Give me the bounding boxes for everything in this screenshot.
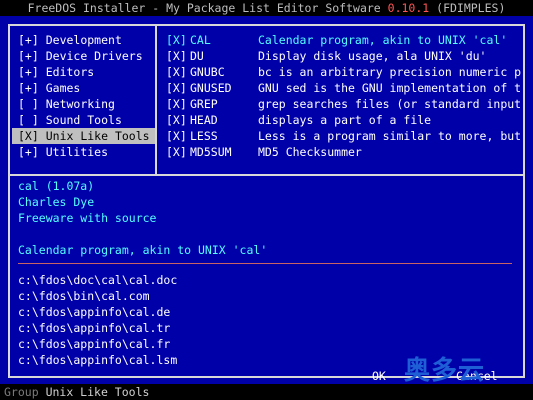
package-name-version: cal (1.07a) — [18, 179, 95, 193]
package-license: Freeware with source — [18, 211, 157, 225]
package-info: cal (1.07a) Charles Dye Freeware with so… — [18, 178, 518, 226]
group-label: Networking — [45, 97, 115, 111]
package-checkbox[interactable]: [X] — [166, 128, 190, 144]
package-description: bc is an arbitrary precision numeric pr — [258, 65, 521, 79]
group-checkbox[interactable]: [+] — [18, 81, 39, 95]
package-description: GNU sed is the GNU implementation of th — [258, 81, 521, 95]
group-checkbox[interactable]: [+] — [18, 145, 39, 159]
package-row-grep[interactable]: [X] GREP grep searches files (or standard … — [166, 96, 521, 112]
package-name: GNUSED — [190, 81, 232, 95]
group-checkbox[interactable]: [+] — [18, 49, 39, 63]
file-path: c:\fdos\bin\cal.com — [18, 289, 150, 303]
group-label: Editors — [45, 65, 95, 79]
group-label: Sound Tools — [45, 113, 122, 127]
frame-top-border — [8, 24, 525, 26]
package-checkbox[interactable]: [X] — [166, 96, 190, 112]
package-description: displays a part of a file — [258, 113, 432, 127]
file-path: c:\fdos\appinfo\cal.de — [18, 305, 171, 319]
group-label: Development — [45, 33, 122, 47]
group-label: Unix Like Tools — [45, 129, 150, 143]
package-description: grep searches files (or standard input) — [258, 97, 521, 111]
group-label: Utilities — [45, 145, 109, 159]
group-item-networking[interactable]: [ ] Networking — [12, 96, 155, 112]
group-checkbox[interactable]: [ ] — [18, 97, 39, 111]
status-value: Unix Like Tools — [45, 385, 150, 399]
group-label: Games — [45, 81, 81, 95]
installer-dialog: [+] Development [+] Device Drivers [+] E… — [0, 16, 533, 386]
vertical-divider — [155, 26, 157, 174]
package-checkbox[interactable]: [X] — [166, 112, 190, 128]
package-checkbox[interactable]: [X] — [166, 48, 190, 64]
package-name: GNUBC — [190, 65, 225, 79]
group-checkbox[interactable]: [X] — [18, 129, 39, 143]
file-path: c:\fdos\appinfo\cal.fr — [18, 337, 171, 351]
package-row-cal[interactable]: [X] CAL Calendar program, akin to UNIX 'ca… — [166, 32, 521, 48]
horizontal-divider — [10, 174, 523, 176]
group-checkbox[interactable]: [ ] — [18, 113, 39, 127]
package-checkbox[interactable]: [X] — [166, 80, 190, 96]
status-bar: Group Unix Like Tools — [0, 384, 533, 400]
package-name: CAL — [190, 33, 211, 47]
package-name: LESS — [190, 129, 218, 143]
package-description: Less is a program similar to more, but — [258, 129, 521, 143]
package-checkbox[interactable]: [X] — [166, 32, 190, 48]
package-description: MD5 Checksummer — [258, 145, 362, 159]
group-item-games[interactable]: [+] Games — [12, 80, 155, 96]
group-item-development[interactable]: [+] Development — [12, 32, 155, 48]
package-row-du[interactable]: [X] DU Display disk usage, ala UNIX 'du' — [166, 48, 521, 64]
package-description: Display disk usage, ala UNIX 'du' — [258, 49, 487, 63]
app-title: FreeDOS Installer - My Package List Edit… — [27, 1, 381, 15]
group-checkbox[interactable]: [+] — [18, 33, 39, 47]
title-bar: FreeDOS Installer - My Package List Edit… — [0, 0, 533, 16]
group-label: Device Drivers — [45, 49, 143, 63]
package-name: GREP — [190, 97, 218, 111]
file-list: c:\fdos\doc\cal\cal.doc c:\fdos\bin\cal.… — [18, 272, 518, 368]
package-list: [X] CAL Calendar program, akin to UNIX 'ca… — [166, 32, 521, 160]
group-item-device-drivers[interactable]: [+] Device Drivers — [12, 48, 155, 64]
app-title-suffix: (FDIMPLES) — [436, 1, 506, 15]
package-row-head[interactable]: [X] HEAD displays a part of a file — [166, 112, 521, 128]
package-name: DU — [190, 49, 204, 63]
package-full-description: Calendar program, akin to UNIX 'cal' — [18, 243, 268, 257]
package-row-md5sum[interactable]: [X] MD5SUM MD5 Checksummer — [166, 144, 521, 160]
group-list: [+] Development [+] Device Drivers [+] E… — [12, 32, 155, 160]
file-path: c:\fdos\doc\cal\cal.doc — [18, 273, 178, 287]
info-divider — [18, 263, 512, 264]
package-checkbox[interactable]: [X] — [166, 144, 190, 160]
package-name: MD5SUM — [190, 145, 232, 159]
group-checkbox[interactable]: [+] — [18, 65, 39, 79]
group-item-utilities[interactable]: [+] Utilities — [12, 144, 155, 160]
package-checkbox[interactable]: [X] — [166, 64, 190, 80]
status-label: Group — [4, 385, 39, 399]
group-item-unix-like-tools[interactable]: [X] Unix Like Tools — [12, 128, 155, 144]
watermark-logo: 奥多云 — [404, 356, 486, 386]
package-row-gnused[interactable]: [X] GNUSED GNU sed is the GNU implementati… — [166, 80, 521, 96]
group-item-editors[interactable]: [+] Editors — [12, 64, 155, 80]
package-name: HEAD — [190, 113, 218, 127]
package-row-less[interactable]: [X] LESS Less is a program similar to more… — [166, 128, 521, 144]
package-author: Charles Dye — [18, 195, 95, 209]
app-version: 0.10.1 — [387, 1, 430, 15]
ok-button[interactable]: OK — [372, 368, 386, 384]
group-item-sound-tools[interactable]: [ ] Sound Tools — [12, 112, 155, 128]
package-description: Calendar program, akin to UNIX 'cal' — [258, 33, 508, 47]
file-path: c:\fdos\appinfo\cal.tr — [18, 321, 171, 335]
package-row-gnubc[interactable]: [X] GNUBC bc is an arbitrary precision num… — [166, 64, 521, 80]
